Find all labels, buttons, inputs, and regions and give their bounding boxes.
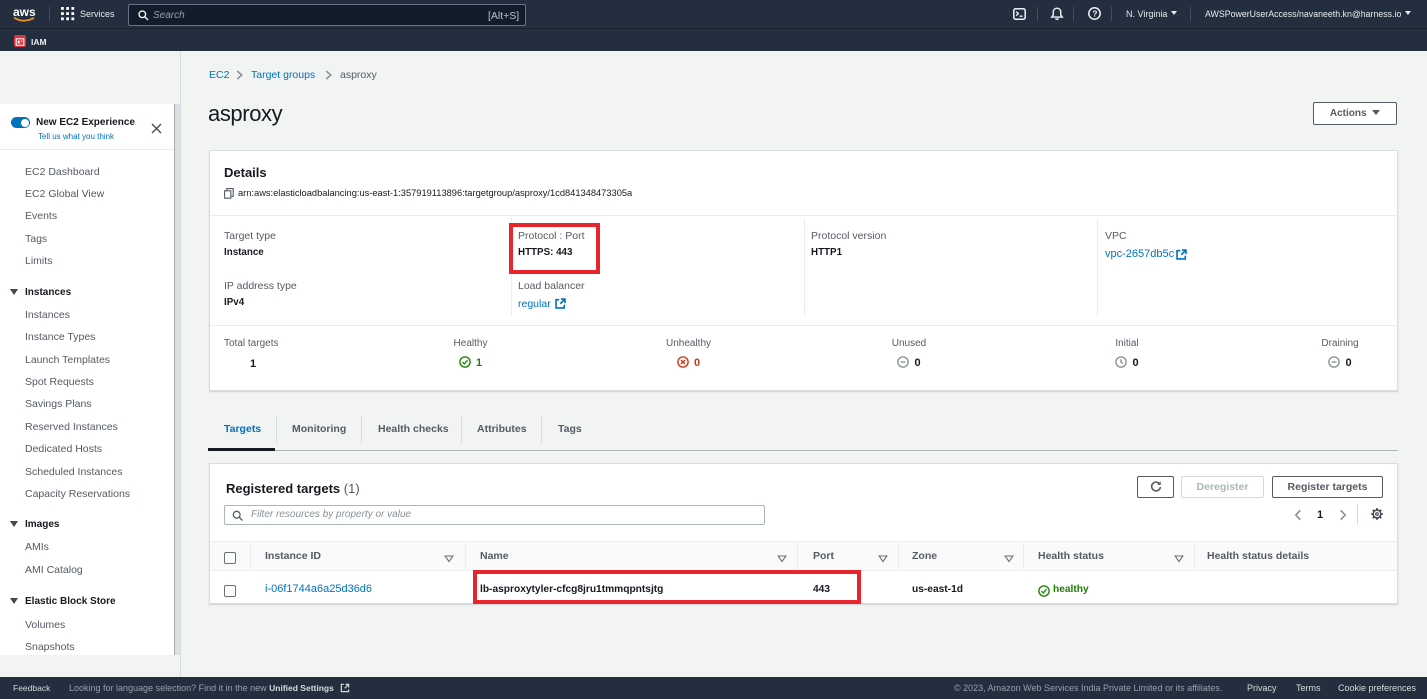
svg-text:aws: aws: [13, 5, 36, 19]
svg-text:?: ?: [1092, 9, 1097, 19]
